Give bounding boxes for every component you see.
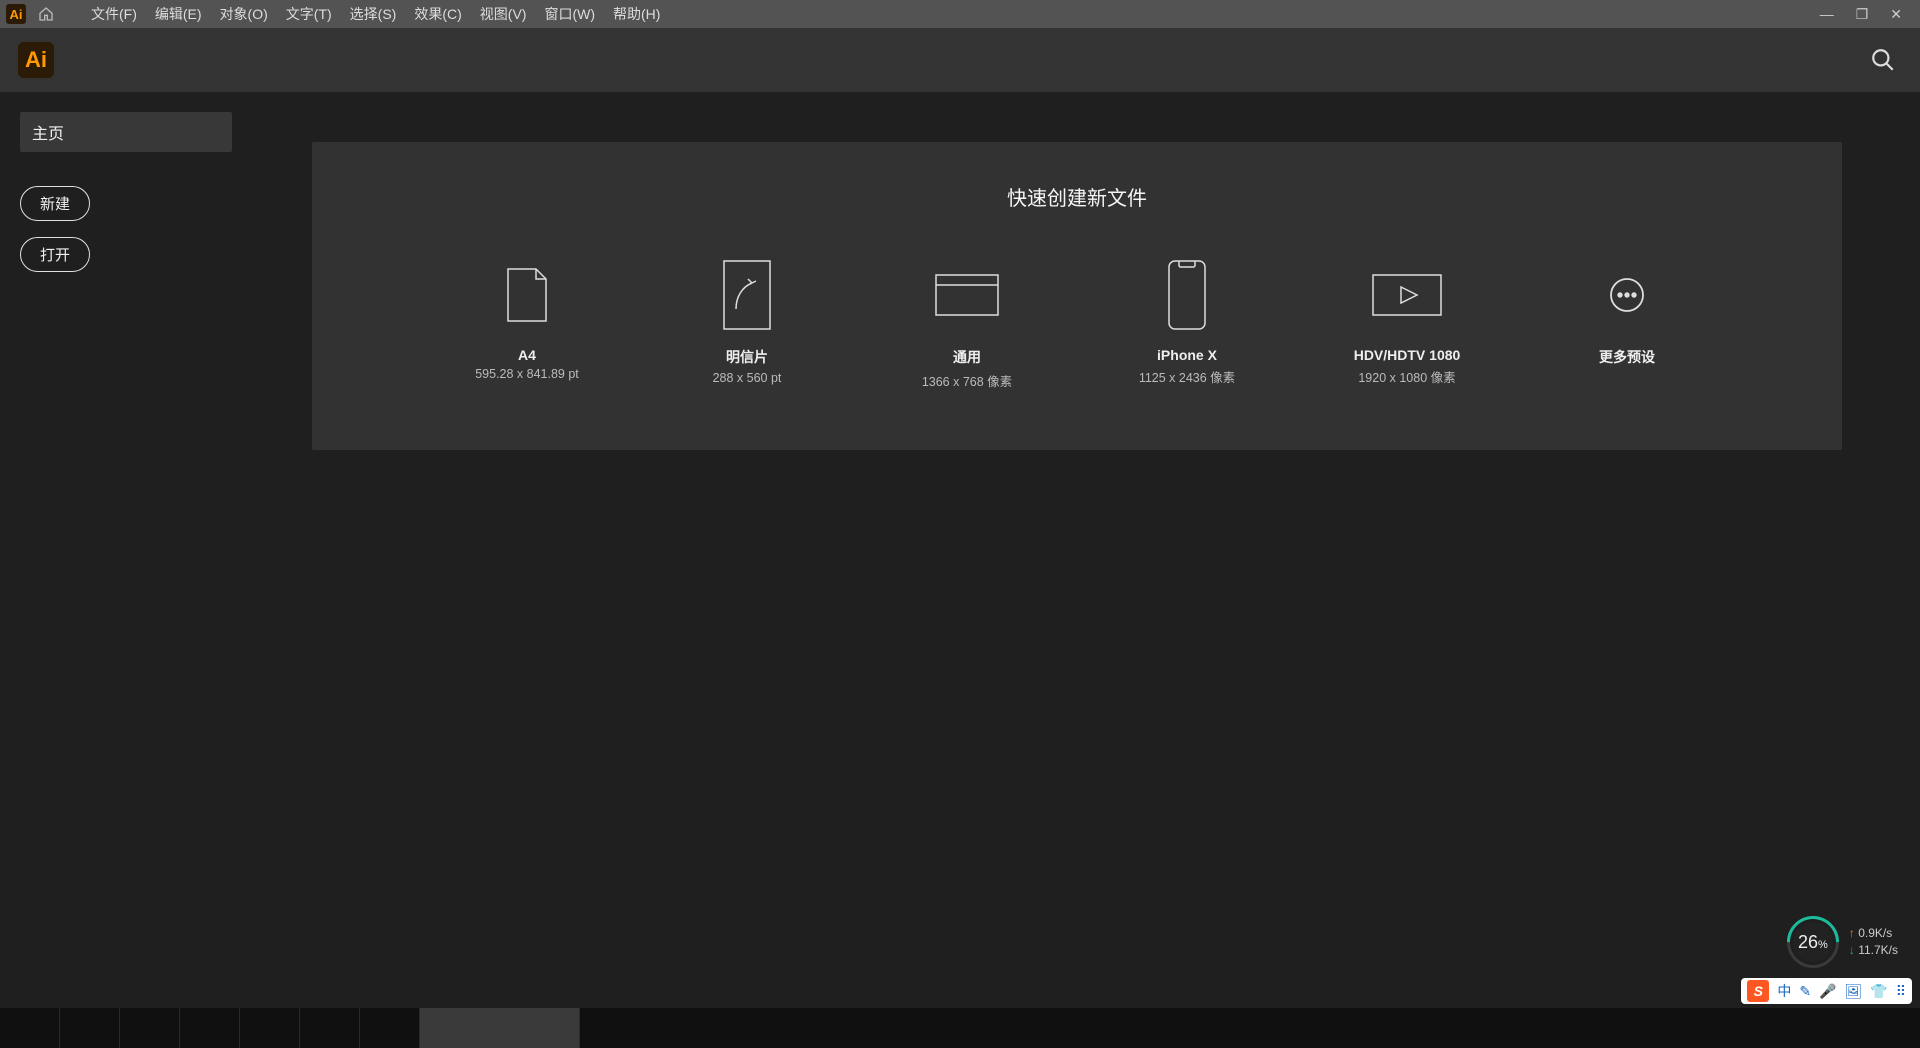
sogou-logo-icon: S bbox=[1747, 980, 1769, 1002]
preset-title: iPhone X bbox=[1157, 347, 1217, 363]
preset-postcard[interactable]: 明信片 288 x 560 pt bbox=[677, 257, 817, 390]
preset-more[interactable]: 更多预设 bbox=[1557, 257, 1697, 390]
window-controls: — ❐ ✕ bbox=[1816, 4, 1914, 25]
taskbar[interactable] bbox=[0, 1008, 1920, 1048]
home-tab[interactable]: 主页 bbox=[20, 112, 232, 152]
phone-icon bbox=[1167, 257, 1207, 333]
preset-a4[interactable]: A4 595.28 x 841.89 pt bbox=[457, 257, 597, 390]
cpu-percent: 26 bbox=[1798, 932, 1818, 952]
preset-hdtv[interactable]: HDV/HDTV 1080 1920 x 1080 像素 bbox=[1337, 257, 1477, 390]
ime-voice-icon[interactable]: 🎤 bbox=[1819, 983, 1836, 1000]
download-speed: 11.7K/s bbox=[1849, 942, 1898, 959]
upload-speed: 0.9K/s bbox=[1849, 925, 1898, 942]
menu-type[interactable]: 文字(T) bbox=[277, 1, 341, 27]
ime-lang[interactable]: 中 bbox=[1777, 981, 1791, 1001]
preset-web[interactable]: 通用 1366 x 768 像素 bbox=[897, 257, 1037, 390]
close-button[interactable]: ✕ bbox=[1886, 4, 1906, 25]
preset-title: 通用 bbox=[953, 347, 981, 367]
home-icon[interactable] bbox=[38, 6, 54, 22]
app-badge-small: Ai bbox=[6, 4, 26, 24]
more-icon bbox=[1609, 257, 1645, 333]
maximize-button[interactable]: ❐ bbox=[1852, 4, 1873, 25]
preset-title: HDV/HDTV 1080 bbox=[1354, 347, 1461, 363]
menu-object[interactable]: 对象(O) bbox=[211, 1, 277, 27]
preset-row: A4 595.28 x 841.89 pt 明信片 288 x 560 pt bbox=[342, 257, 1812, 390]
ime-tools-icon[interactable]: ⠿ bbox=[1896, 983, 1906, 1000]
app-logo: Ai bbox=[18, 42, 54, 78]
ime-skin-icon[interactable]: 👕 bbox=[1870, 983, 1887, 1000]
main-panel: 快速创建新文件 A4 595.28 x 841.89 pt bbox=[312, 92, 1920, 1008]
menu-window[interactable]: 窗口(W) bbox=[535, 1, 604, 27]
preset-sub: 1125 x 2436 像素 bbox=[1139, 367, 1235, 386]
preset-sub: 1366 x 768 像素 bbox=[922, 371, 1012, 390]
cpu-ring-icon: 26% bbox=[1787, 916, 1839, 968]
preset-sub: 595.28 x 841.89 pt bbox=[475, 367, 579, 381]
open-button[interactable]: 打开 bbox=[20, 237, 90, 272]
preset-sub: 288 x 560 pt bbox=[713, 371, 782, 385]
content-area: 主页 新建 打开 快速创建新文件 A4 595.28 x 841.89 pt bbox=[0, 92, 1920, 1008]
postcard-icon bbox=[722, 257, 772, 333]
quick-create-card: 快速创建新文件 A4 595.28 x 841.89 pt bbox=[312, 142, 1842, 450]
preset-sub: 1920 x 1080 像素 bbox=[1358, 367, 1455, 386]
preset-title: A4 bbox=[518, 347, 536, 363]
menu-file[interactable]: 文件(F) bbox=[82, 1, 146, 27]
menubar: Ai 文件(F) 编辑(E) 对象(O) 文字(T) 选择(S) 效果(C) 视… bbox=[0, 0, 1920, 28]
document-icon bbox=[506, 257, 548, 333]
search-icon[interactable] bbox=[1864, 41, 1902, 79]
preset-title: 明信片 bbox=[726, 347, 768, 367]
secondary-bar: Ai bbox=[0, 28, 1920, 92]
quick-create-title: 快速创建新文件 bbox=[342, 182, 1812, 211]
sidebar: 主页 新建 打开 bbox=[0, 92, 312, 1008]
menu-list: 文件(F) 编辑(E) 对象(O) 文字(T) 选择(S) 效果(C) 视图(V… bbox=[82, 1, 669, 27]
video-icon bbox=[1371, 257, 1443, 333]
menu-view[interactable]: 视图(V) bbox=[471, 1, 536, 27]
ime-toolbar[interactable]: S 中 ✎ 🎤 🖼 👕 ⠿ bbox=[1741, 978, 1912, 1004]
menu-effect[interactable]: 效果(C) bbox=[405, 1, 470, 27]
preset-title: 更多预设 bbox=[1599, 347, 1655, 367]
menu-select[interactable]: 选择(S) bbox=[341, 1, 406, 27]
browser-icon bbox=[934, 257, 1000, 333]
menu-help[interactable]: 帮助(H) bbox=[604, 1, 669, 27]
minimize-button[interactable]: — bbox=[1816, 4, 1838, 25]
preset-iphonex[interactable]: iPhone X 1125 x 2436 像素 bbox=[1117, 257, 1257, 390]
new-button[interactable]: 新建 bbox=[20, 186, 90, 221]
net-stats: 0.9K/s 11.7K/s bbox=[1849, 925, 1898, 959]
ime-pic-icon[interactable]: 🖼 bbox=[1845, 983, 1863, 1000]
menu-edit[interactable]: 编辑(E) bbox=[146, 1, 211, 27]
ime-punct-icon[interactable]: ✎ bbox=[1799, 983, 1811, 1000]
performance-widget[interactable]: 26% 0.9K/s 11.7K/s bbox=[1787, 916, 1898, 968]
